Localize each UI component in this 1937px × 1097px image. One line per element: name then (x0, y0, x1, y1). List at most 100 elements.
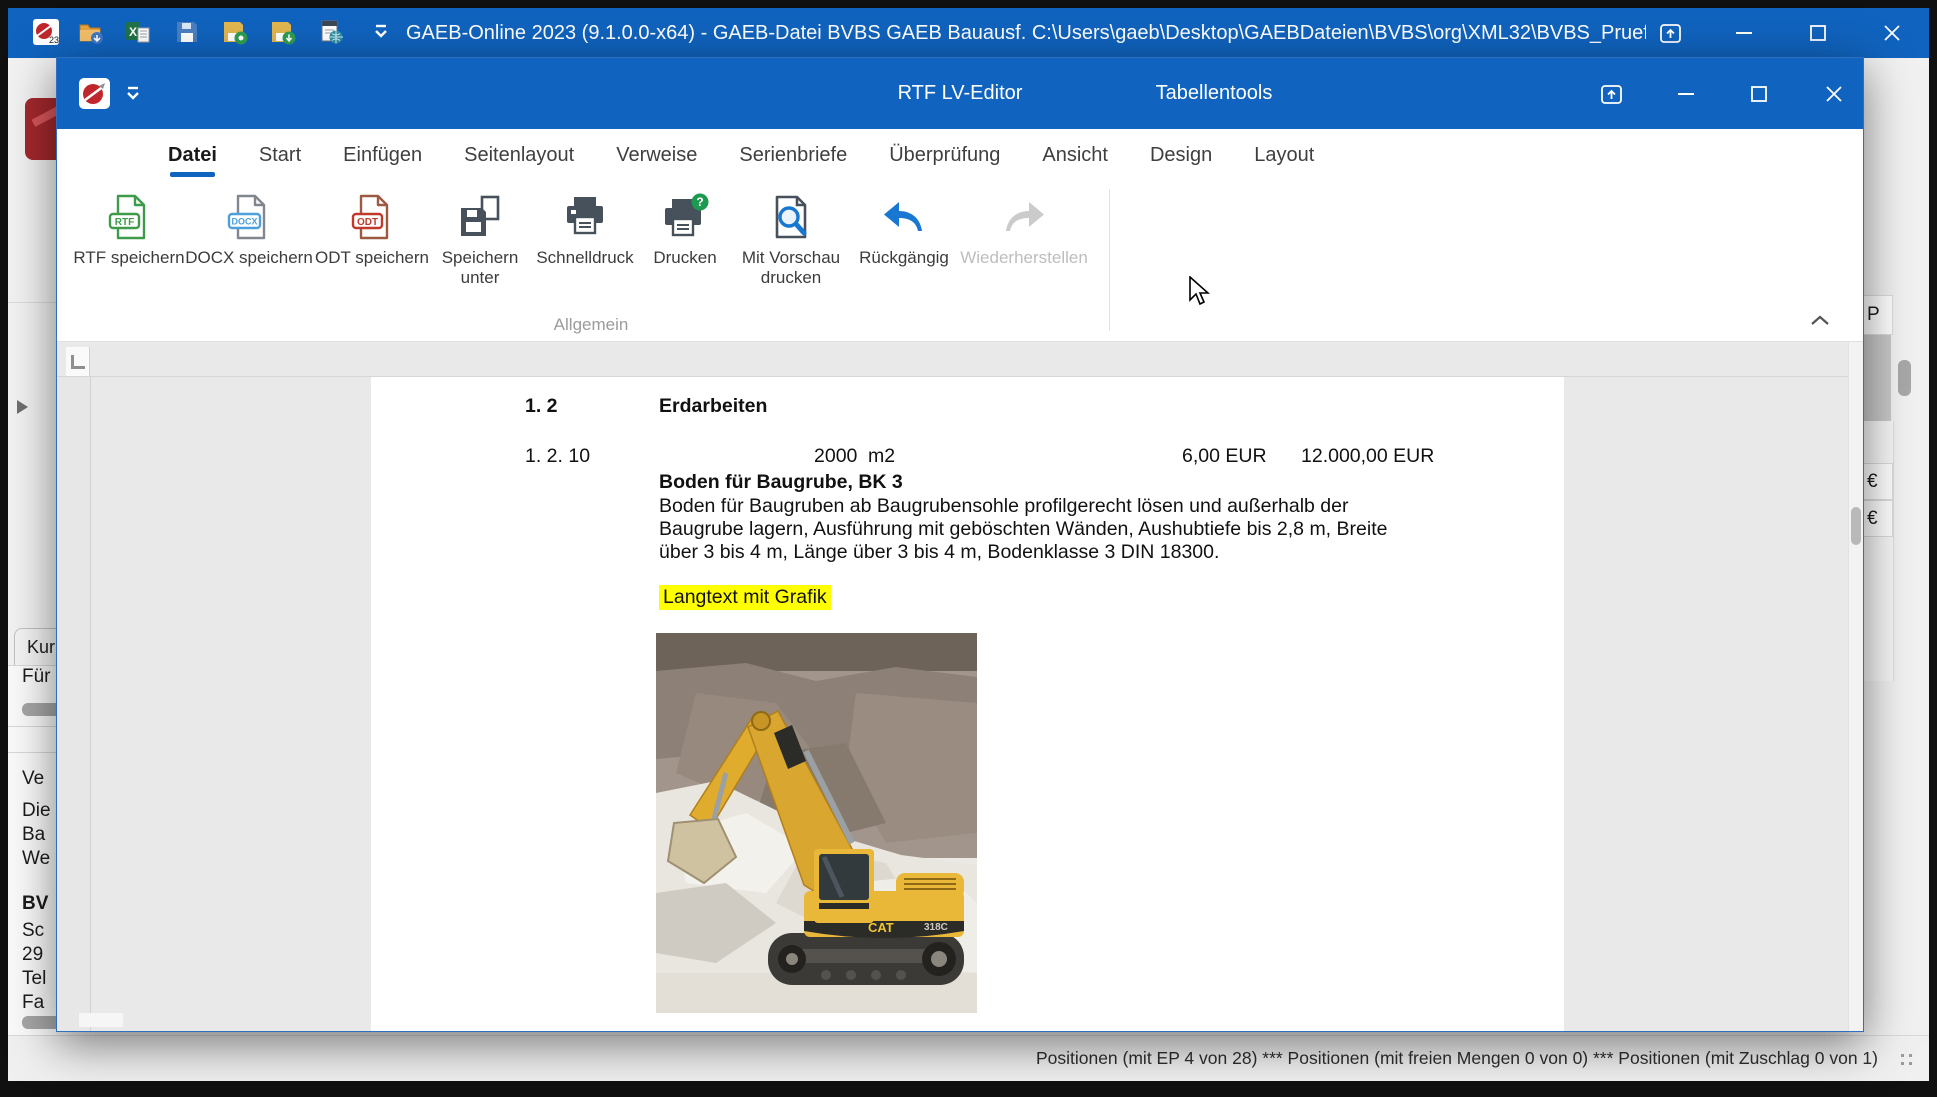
position-quantity: 2000 (814, 445, 857, 468)
print-preview-icon (767, 193, 815, 241)
svg-text:318C: 318C (924, 922, 948, 933)
odt-file-icon: ODT (348, 193, 396, 241)
document-view: 1. 2 Erdarbeiten 1. 2. 10 2000 m2 6,00 E… (57, 342, 1863, 1031)
total-price: 12.000,00 EUR (1301, 445, 1434, 468)
toolbar-button-label: Mit Vorschau drucken (729, 248, 853, 288)
position-number: 1. 2. 10 (525, 445, 590, 468)
clipped-euro-cell: € (1862, 500, 1893, 537)
section-title: Erdarbeiten (659, 395, 767, 418)
save-icon[interactable] (174, 19, 200, 45)
tab-einfuegen[interactable]: Einfügen (343, 129, 422, 181)
docx-file-icon: DOCX (225, 193, 273, 241)
document-page[interactable]: 1. 2 Erdarbeiten 1. 2. 10 2000 m2 6,00 E… (371, 377, 1564, 1031)
redo-icon (1000, 193, 1048, 241)
toolbar-button-label: Drucken (653, 248, 716, 268)
tab-ueberpruefung[interactable]: Überprüfung (889, 129, 1000, 181)
clipped-label: Ba (22, 824, 45, 846)
clipped-toolbar-chip (22, 703, 56, 716)
toolbar-button-label: Rückgängig (859, 248, 949, 268)
item-description-line: Baugrube lagern, Ausführung mit geböscht… (659, 518, 1387, 541)
main-window-title: GAEB-Online 2023 (9.1.0.0-x64) - GAEB-Da… (406, 8, 1646, 58)
item-description-line: Boden für Baugruben ab Baugrubensohle pr… (659, 495, 1349, 518)
svg-text:RTF: RTF (115, 217, 134, 228)
docx-speichern-button[interactable]: DOCX DOCX speichern (185, 187, 313, 288)
ribbon-group-label: Allgemein (73, 315, 1109, 335)
clipped-label: Fa (22, 992, 44, 1014)
clipped-label: We (22, 848, 50, 870)
tab-ansicht[interactable]: Ansicht (1042, 129, 1108, 181)
tab-start[interactable]: Start (259, 129, 301, 181)
clipped-label: Für (22, 666, 51, 688)
tab-kurztext-clipped[interactable]: Kur (14, 628, 56, 665)
document-scrollbar-thumb[interactable] (1851, 507, 1861, 545)
divider (8, 752, 56, 753)
tab-datei[interactable]: Datei (168, 129, 217, 181)
rtf-editor-window: RTF LV-Editor Tabellentools Datei Start … (56, 57, 1864, 1032)
speichern-unter-button[interactable]: Speichern unter (431, 187, 529, 288)
toolbar-button-label: Wiederherstellen (960, 248, 1088, 268)
main-close-button[interactable] (1862, 8, 1922, 58)
editor-close-button[interactable] (1809, 69, 1859, 119)
mouse-cursor (1188, 276, 1210, 306)
svg-text:DOCX: DOCX (231, 217, 257, 227)
highlighted-note: Langtext mit Grafik (659, 585, 831, 610)
editor-titlebar: RTF LV-Editor Tabellentools (57, 58, 1863, 129)
quick-access-chevron-icon[interactable] (372, 22, 390, 44)
main-scrollbar-thumb[interactable] (1898, 360, 1911, 396)
drucken-button[interactable]: ? Drucken (641, 187, 729, 288)
clipped-euro-cell: € (1862, 463, 1893, 500)
wiederherstellen-button[interactable]: Wiederherstellen (955, 187, 1093, 288)
main-minimize-button[interactable] (1714, 8, 1774, 58)
main-titlebar: 23 X GAEB-Online 2023 (9.1.0.0-x64) - GA… (8, 8, 1929, 58)
clipped-label: Ve (22, 768, 44, 790)
expand-arrow-icon[interactable] (17, 400, 28, 414)
tab-verweise[interactable]: Verweise (616, 129, 697, 181)
divider (8, 302, 56, 303)
main-maximize-button[interactable] (1788, 8, 1848, 58)
group-separator (1109, 189, 1110, 331)
save-download-icon[interactable] (270, 19, 296, 45)
excavator-photo: CAT 318C (656, 633, 977, 1013)
tab-serienbriefe[interactable]: Serienbriefe (739, 129, 847, 181)
main-popout-button[interactable] (1640, 8, 1700, 58)
editor-popout-button[interactable] (1586, 69, 1636, 119)
mit-vorschau-drucken-button[interactable]: Mit Vorschau drucken (729, 187, 853, 288)
resize-grip[interactable] (1901, 1054, 1915, 1068)
rueckgaengig-button[interactable]: Rückgängig (853, 187, 955, 288)
open-folder-icon[interactable] (78, 19, 104, 45)
editor-minimize-button[interactable] (1661, 69, 1711, 119)
screenshot-root: { "colors": { "titlebar_blue": "#1063be"… (0, 0, 1937, 1097)
clipped-label: Die (22, 800, 51, 822)
svg-text:?: ? (696, 195, 703, 209)
editor-maximize-button[interactable] (1734, 69, 1784, 119)
unit-price: 6,00 EUR (1182, 445, 1267, 468)
schnelldruck-button[interactable]: Schnelldruck (529, 187, 641, 288)
document-scrollbar[interactable] (1848, 342, 1863, 1031)
tab-layout[interactable]: Layout (1254, 129, 1314, 181)
vertical-ruler-strip (57, 377, 91, 1031)
item-title: Boden für Baugrube, BK 3 (659, 471, 903, 494)
tab-seitenlayout[interactable]: Seitenlayout (464, 129, 574, 181)
clipped-toolbar-chip (22, 1016, 56, 1029)
excel-export-icon[interactable]: X (125, 19, 151, 45)
l-corner-icon (71, 355, 85, 369)
app-logo-23-icon[interactable]: 23 (33, 19, 59, 45)
horizontal-scroll-notch (79, 1013, 123, 1027)
divider (8, 726, 56, 727)
svg-text:23: 23 (49, 35, 59, 45)
toolbar-button-label: DOCX speichern (185, 248, 313, 268)
print-document-icon[interactable] (318, 19, 344, 45)
clipped-label-bold: BV (22, 893, 48, 915)
odt-speichern-button[interactable]: ODT ODT speichern (313, 187, 431, 288)
save-settings-icon[interactable] (222, 19, 248, 45)
toolbar-button-label: ODT speichern (315, 248, 429, 268)
svg-text:ODT: ODT (357, 217, 378, 228)
undo-icon (880, 193, 928, 241)
toolbar-button-label: Schnelldruck (536, 248, 633, 268)
rtf-speichern-button[interactable]: RTF RTF speichern (73, 187, 185, 288)
svg-text:X: X (129, 25, 137, 39)
clipped-label: Sc (22, 920, 44, 942)
ribbon-toolbar: RTF RTF speichern DOCX DOCX speichern OD… (57, 181, 1863, 342)
collapse-ribbon-button[interactable] (1805, 309, 1835, 331)
tab-design[interactable]: Design (1150, 129, 1212, 181)
